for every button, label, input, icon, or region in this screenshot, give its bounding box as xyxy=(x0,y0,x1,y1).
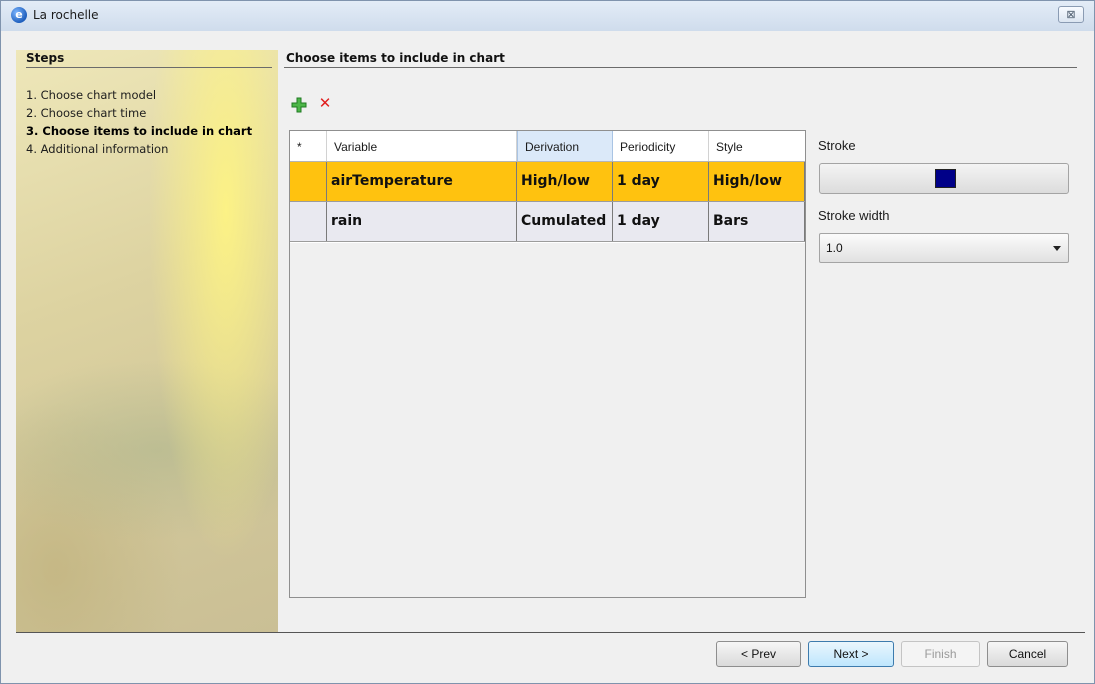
style-cell[interactable]: High/low xyxy=(709,162,805,201)
plus-icon xyxy=(291,97,307,113)
style-cell[interactable]: Bars xyxy=(709,202,805,241)
variable-cell[interactable]: airTemperature xyxy=(327,162,517,201)
column-header-variable[interactable]: Variable xyxy=(327,131,517,161)
stroke-width-label: Stroke width xyxy=(818,208,890,223)
stroke-width-value: 1.0 xyxy=(826,241,843,255)
derivation-cell[interactable]: High/low xyxy=(517,162,613,201)
table-empty-area xyxy=(290,243,805,597)
table-row[interactable]: rain Cumulated 1 day Bars xyxy=(290,202,805,242)
steps-header: Steps xyxy=(26,51,65,65)
step-choose-chart-time: 2. Choose chart time xyxy=(26,106,147,120)
stroke-width-select[interactable]: 1.0 xyxy=(819,233,1069,263)
column-header-periodicity[interactable]: Periodicity xyxy=(613,131,709,161)
step-choose-chart-model: 1. Choose chart model xyxy=(26,88,157,102)
finish-button[interactable]: Finish xyxy=(901,641,980,667)
close-button[interactable]: ⊠ xyxy=(1058,6,1084,23)
window-title: La rochelle xyxy=(33,8,99,22)
table-header: * Variable Derivation Periodicity Style xyxy=(290,131,805,162)
steps-divider xyxy=(26,67,272,68)
prev-button[interactable]: < Prev xyxy=(716,641,801,667)
next-button[interactable]: Next > xyxy=(808,641,894,667)
items-table: * Variable Derivation Periodicity Style … xyxy=(289,130,806,598)
derivation-cell[interactable]: Cumulated xyxy=(517,202,613,241)
step-choose-items: 3. Choose items to include in chart xyxy=(26,124,253,138)
column-header-style[interactable]: Style xyxy=(709,131,805,161)
table-row[interactable]: airTemperature High/low 1 day High/low xyxy=(290,162,805,202)
row-marker-cell xyxy=(290,202,327,241)
row-marker-cell xyxy=(290,162,327,201)
page-title: Choose items to include in chart xyxy=(286,51,505,65)
app-icon: e xyxy=(11,7,27,23)
step-additional-information: 4. Additional information xyxy=(26,142,169,156)
footer-divider xyxy=(16,632,1085,633)
add-icon[interactable] xyxy=(291,97,307,113)
stroke-label: Stroke xyxy=(818,138,856,153)
variable-cell[interactable]: rain xyxy=(327,202,517,241)
column-header-derivation[interactable]: Derivation xyxy=(517,131,613,161)
title-bar: e La rochelle ⊠ xyxy=(1,1,1094,31)
stroke-color-swatch xyxy=(935,169,956,188)
periodicity-cell[interactable]: 1 day xyxy=(613,162,709,201)
remove-icon[interactable]: ✕ xyxy=(317,96,333,112)
column-header-marker[interactable]: * xyxy=(290,131,327,161)
title-divider xyxy=(284,67,1077,68)
stroke-color-button[interactable] xyxy=(819,163,1069,194)
periodicity-cell[interactable]: 1 day xyxy=(613,202,709,241)
chevron-down-icon xyxy=(1053,246,1061,251)
cancel-button[interactable]: Cancel xyxy=(987,641,1068,667)
